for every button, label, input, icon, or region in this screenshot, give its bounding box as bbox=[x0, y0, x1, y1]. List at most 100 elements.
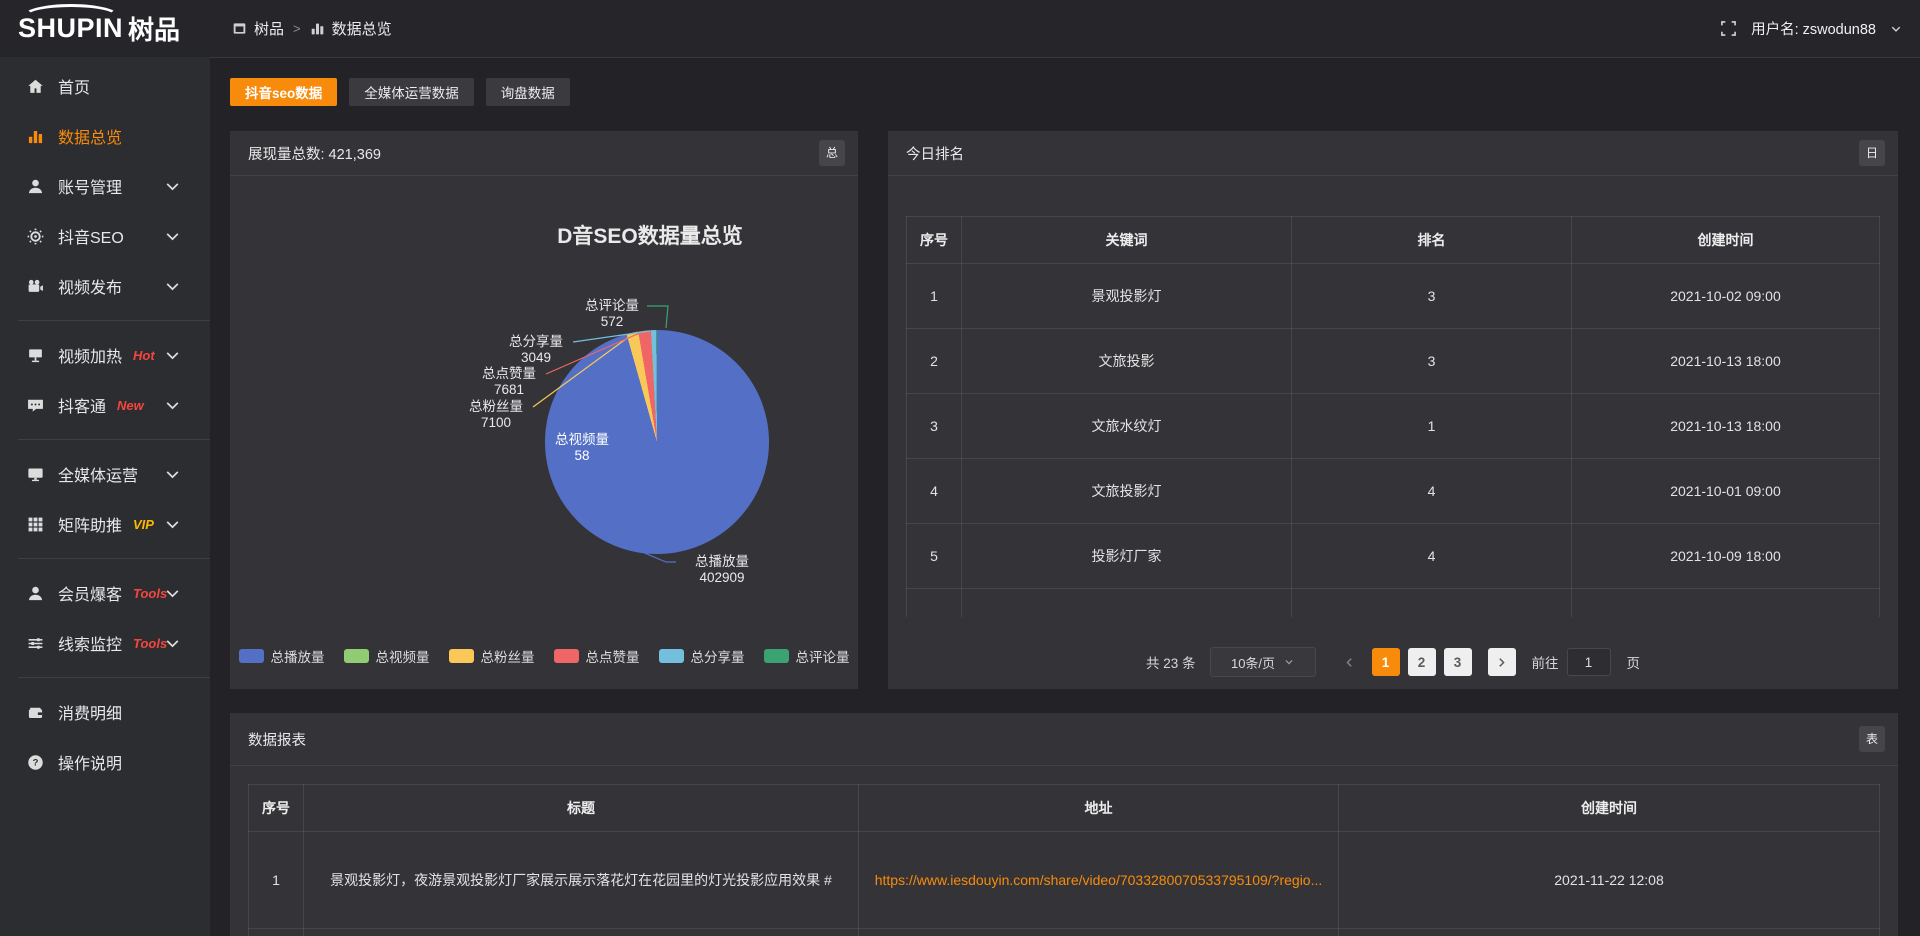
sidebar-item-label: 会员爆客 bbox=[58, 581, 122, 605]
table-cell: 1 bbox=[907, 264, 962, 329]
table-row[interactable]: 3文旅水纹灯12021-10-13 18:00 bbox=[907, 394, 1880, 459]
sidebar-divider bbox=[18, 439, 210, 440]
table-cell: 文旅水纹灯 bbox=[962, 394, 1292, 459]
chevron-down-icon[interactable] bbox=[1890, 23, 1902, 35]
ranking-panel: 今日排名 日 序号关键词排名创建时间1景观投影灯32021-10-02 09:0… bbox=[888, 131, 1898, 689]
breadcrumb: 树品 > 数据总览 bbox=[232, 18, 392, 39]
breadcrumb-separator: > bbox=[293, 21, 301, 36]
sidebar-item-label: 抖客通 bbox=[58, 393, 106, 417]
chevron-right-icon bbox=[1496, 657, 1507, 668]
table-row[interactable]: 5投影灯厂家42021-10-09 18:00 bbox=[907, 524, 1880, 589]
pie-chart: D音SEO数据量总览 总播放量 402909 总视频量 58 总粉丝量 7 bbox=[230, 176, 858, 690]
table-header-row: 序号关键词排名创建时间 bbox=[907, 217, 1880, 264]
legend-swatch bbox=[659, 649, 684, 663]
sidebar-divider bbox=[18, 320, 210, 321]
sidebar-item-matrix-boost[interactable]: 矩阵助推 VIP bbox=[0, 499, 210, 549]
pie-label-name: 总视频量 bbox=[555, 432, 609, 448]
breadcrumb-root[interactable]: 树品 bbox=[254, 18, 284, 39]
tab-bar: 抖音seo数据全媒体运营数据询盘数据 bbox=[230, 78, 1898, 106]
sidebar-item-label: 视频发布 bbox=[58, 274, 122, 298]
legend-label: 总播放量 bbox=[271, 646, 325, 666]
logo[interactable]: SHUPIN 树品 bbox=[0, 0, 210, 57]
fullscreen-icon[interactable] bbox=[1720, 20, 1737, 37]
table-cell-time: 2021-11-22 12:08 bbox=[1339, 832, 1880, 929]
legend-item-5[interactable]: 总评论量 bbox=[764, 646, 850, 666]
table-cell: 1 bbox=[249, 832, 304, 929]
sidebar: 首页 数据总览 账号管理 抖音SEO 视频发布 视频加热 Hot bbox=[0, 57, 210, 936]
legend-item-4[interactable]: 总分享量 bbox=[659, 646, 745, 666]
sidebar-item-media-operation[interactable]: 全媒体运营 bbox=[0, 449, 210, 499]
sidebar-item-video-heat[interactable]: 视频加热 Hot bbox=[0, 330, 210, 380]
tab-media-operation-data[interactable]: 全媒体运营数据 bbox=[349, 78, 474, 106]
chevron-down-icon bbox=[164, 278, 181, 295]
legend-swatch bbox=[344, 649, 369, 663]
sidebar-item-douyin-seo[interactable]: 抖音SEO bbox=[0, 211, 210, 261]
sidebar-item-clue-monitor[interactable]: 线索监控 Tools bbox=[0, 618, 210, 668]
prev-page-button[interactable] bbox=[1336, 648, 1364, 676]
tab-douyin-seo-data[interactable]: 抖音seo数据 bbox=[230, 78, 337, 106]
goto-page-input[interactable] bbox=[1567, 648, 1611, 676]
table-view-button[interactable]: 表 bbox=[1859, 726, 1885, 752]
sidebar-item-data-overview[interactable]: 数据总览 bbox=[0, 111, 210, 161]
table-header-cell: 序号 bbox=[249, 785, 304, 832]
sidebar-item-operation-guide[interactable]: ? 操作说明 bbox=[0, 737, 210, 787]
legend-label: 总评论量 bbox=[796, 646, 850, 666]
next-page-button[interactable] bbox=[1488, 648, 1516, 676]
ranking-title: 今日排名 bbox=[906, 143, 964, 164]
pie-label-value: 402909 bbox=[695, 570, 749, 586]
table-row[interactable]: 1 景观投影灯，夜游景观投影灯厂家展示展示落花灯在花园里的灯光投影应用效果 # … bbox=[249, 832, 1880, 929]
sidebar-item-member-burst[interactable]: 会员爆客 Tools bbox=[0, 568, 210, 618]
page-button-2[interactable]: 2 bbox=[1408, 648, 1436, 676]
page-button-1[interactable]: 1 bbox=[1372, 648, 1400, 676]
sidebar-item-account-manage[interactable]: 账号管理 bbox=[0, 161, 210, 211]
table-cell-url: https://www.iesdouyin.com/share/video/70… bbox=[859, 832, 1339, 929]
username[interactable]: 用户名: zswodun88 bbox=[1751, 18, 1876, 39]
table-header-cell: 创建时间 bbox=[1572, 217, 1880, 264]
bar-chart-icon bbox=[310, 21, 325, 36]
table-cell: 文旅投影 bbox=[962, 329, 1292, 394]
legend-item-1[interactable]: 总视频量 bbox=[344, 646, 430, 666]
table-header-cell: 排名 bbox=[1292, 217, 1572, 264]
table-row[interactable]: 2文旅投影32021-10-13 18:00 bbox=[907, 329, 1880, 394]
bar-chart-icon bbox=[27, 128, 44, 145]
table-cell: 投影灯厂家 bbox=[962, 524, 1292, 589]
main-content: 抖音seo数据全媒体运营数据询盘数据 展现量总数: 421,369 总 D音SE… bbox=[210, 57, 1920, 936]
sidebar-item-home[interactable]: 首页 bbox=[0, 61, 210, 111]
pie-label-value: 572 bbox=[585, 314, 639, 330]
table-cell: 2021-10-09 18:00 bbox=[1572, 524, 1880, 589]
chevron-down-icon bbox=[1284, 657, 1294, 667]
sliders-icon bbox=[27, 635, 44, 652]
report-panel-header: 数据报表 表 bbox=[230, 713, 1898, 766]
table-row[interactable]: 1景观投影灯32021-10-02 09:00 bbox=[907, 264, 1880, 329]
pie-label-value: 7100 bbox=[469, 415, 523, 431]
legend-item-3[interactable]: 总点赞量 bbox=[554, 646, 640, 666]
legend-label: 总粉丝量 bbox=[481, 646, 535, 666]
sidebar-item-label: 消费明细 bbox=[58, 700, 122, 724]
sidebar-item-label: 视频加热 bbox=[58, 343, 122, 367]
wallet-icon bbox=[27, 704, 44, 721]
legend-item-2[interactable]: 总粉丝量 bbox=[449, 646, 535, 666]
video-link[interactable]: https://www.iesdouyin.com/share/video/70… bbox=[871, 872, 1326, 888]
goto-label: 前往 bbox=[1532, 652, 1559, 672]
legend-item-0[interactable]: 总播放量 bbox=[239, 646, 325, 666]
page-size-select[interactable]: 10条/页 bbox=[1210, 647, 1316, 677]
sidebar-item-video-publish[interactable]: 视频发布 bbox=[0, 261, 210, 311]
pie-label-4: 总分享量 3049 bbox=[509, 334, 563, 366]
tab-inquiry-data[interactable]: 询盘数据 bbox=[486, 78, 570, 106]
page-button-3[interactable]: 3 bbox=[1444, 648, 1472, 676]
sidebar-item-badge: New bbox=[117, 398, 144, 413]
table-cell: 1 bbox=[1292, 394, 1572, 459]
daily-view-button[interactable]: 日 bbox=[1859, 140, 1885, 166]
home-icon bbox=[27, 78, 44, 95]
report-table: 序号标题地址创建时间 1 景观投影灯，夜游景观投影灯厂家展示展示落花灯在花园里的… bbox=[248, 784, 1880, 936]
table-row-partial bbox=[907, 589, 1880, 618]
pie-label-name: 总粉丝量 bbox=[469, 399, 523, 415]
sidebar-item-consumption-detail[interactable]: 消费明细 bbox=[0, 687, 210, 737]
table-row[interactable]: 4文旅投影灯42021-10-01 09:00 bbox=[907, 459, 1880, 524]
legend-label: 总视频量 bbox=[376, 646, 430, 666]
sidebar-item-douketong[interactable]: 抖客通 New bbox=[0, 380, 210, 430]
total-view-button[interactable]: 总 bbox=[819, 140, 845, 166]
chevron-down-icon bbox=[164, 178, 181, 195]
legend-label: 总点赞量 bbox=[586, 646, 640, 666]
gear-icon bbox=[27, 228, 44, 245]
